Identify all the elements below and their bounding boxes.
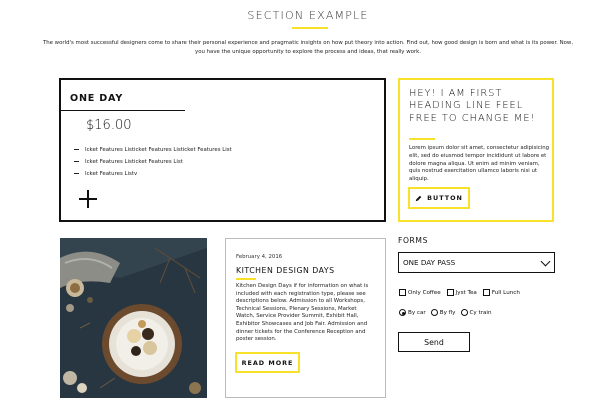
pricing-price: $16.00 xyxy=(86,118,132,133)
checkbox-group: Only Coffee Jyst Tea Full Lunch xyxy=(399,289,520,296)
radio-by-fly[interactable]: By fly xyxy=(430,309,456,316)
blog-text: Kitchen Design Days if for information o… xyxy=(236,283,369,343)
hey-button[interactable]: BUTTON xyxy=(408,187,470,209)
hey-button-label: BUTTON xyxy=(427,194,463,202)
radio-cy-train[interactable]: Cy train xyxy=(460,309,492,316)
dash-icon xyxy=(74,161,79,162)
pricing-feature-label: Icket Features Listicket Features Listic… xyxy=(85,147,232,153)
section-intro: The world's most successful designers co… xyxy=(42,40,574,55)
checkbox-label: Jyst Tea xyxy=(455,290,477,296)
blog-title[interactable]: KITCHEN DESIGN DAYS xyxy=(236,266,335,275)
checkbox-jyst-tea[interactable]: Jyst Tea xyxy=(446,289,477,296)
read-more-button[interactable]: READ MORE xyxy=(235,352,300,373)
blog-date: February 4, 2016 xyxy=(236,254,283,260)
checkbox-label: Full Lunch xyxy=(491,290,520,296)
radio-group: By car By fly Cy train xyxy=(399,309,492,316)
pricing-feature: Icket Features Listicket Features Listic… xyxy=(74,147,232,153)
pricing-feature-label: Icket Features Listicket Features List xyxy=(85,159,183,165)
pricing-feature-label: Icket Features Listv xyxy=(85,171,138,177)
dash-icon xyxy=(74,149,79,150)
send-button-label: Send xyxy=(424,337,444,347)
checkbox-full-lunch[interactable]: Full Lunch xyxy=(482,289,520,296)
hey-heading-underline xyxy=(409,138,435,140)
pricing-divider xyxy=(59,110,185,111)
checkbox-label: Only Coffee xyxy=(408,290,441,296)
plus-icon-v xyxy=(87,190,89,208)
radio-label: Cy train xyxy=(469,310,492,316)
forms-label: FORMS xyxy=(398,236,428,245)
blog-title-underline xyxy=(236,278,256,280)
pricing-title: ONE DAY xyxy=(70,93,124,104)
radio[interactable] xyxy=(460,309,468,316)
hey-text: Lorem ipsum dolor sit amet, consectetur … xyxy=(409,145,550,183)
food-photo-image xyxy=(60,238,207,398)
send-button[interactable]: Send xyxy=(398,332,470,352)
pass-select[interactable]: ONE DAY PASS xyxy=(398,252,555,273)
pencil-icon xyxy=(415,195,422,201)
food-photo xyxy=(60,238,207,398)
pricing-feature: Icket Features Listv xyxy=(74,171,137,177)
checkbox[interactable] xyxy=(399,289,406,296)
checkbox[interactable] xyxy=(482,289,490,296)
chevron-down-icon xyxy=(540,256,551,267)
radio-label: By car xyxy=(408,310,426,316)
section-title: SECTION EXAMPLE xyxy=(247,9,369,22)
checkbox-only-coffee[interactable]: Only Coffee xyxy=(399,289,441,296)
pricing-feature: Icket Features Listicket Features List xyxy=(74,159,183,165)
radio[interactable] xyxy=(399,309,406,316)
radio-by-car[interactable]: By car xyxy=(399,309,426,316)
dash-icon xyxy=(74,173,79,174)
pass-select-value: ONE DAY PASS xyxy=(403,258,456,267)
radio[interactable] xyxy=(430,309,438,316)
hey-heading: HEY! I AM FIRST HEADING LINE FEEL FREE T… xyxy=(409,88,536,124)
checkbox[interactable] xyxy=(446,289,454,296)
radio-label: By fly xyxy=(439,310,456,316)
section-title-underline xyxy=(292,27,328,29)
read-more-label: READ MORE xyxy=(241,358,294,367)
